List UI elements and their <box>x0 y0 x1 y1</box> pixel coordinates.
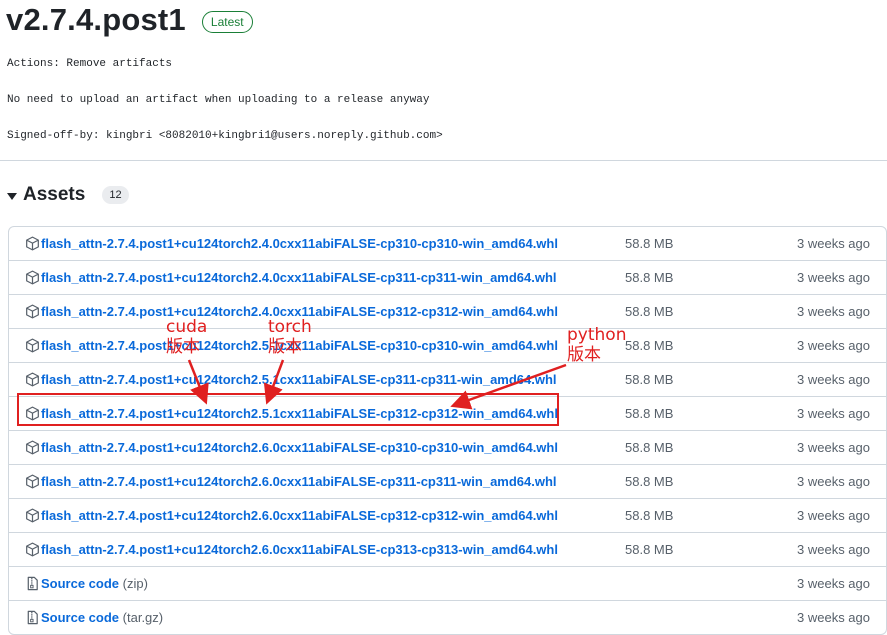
package-icon <box>26 338 39 353</box>
asset-row: flash_attn-2.7.4.post1+cu124torch2.5.1cx… <box>9 328 886 362</box>
package-icon <box>26 440 39 455</box>
annotation-torch-sub: 版本 <box>268 337 302 357</box>
asset-link[interactable]: flash_attn-2.7.4.post1+cu124torch2.6.0cx… <box>41 542 558 557</box>
assets-title: Assets <box>23 184 86 205</box>
source-ext: (zip) <box>122 576 148 591</box>
annotation-torch: torch 版本 <box>268 317 312 357</box>
release-note-line: No need to upload an artifact when uploa… <box>7 94 430 106</box>
asset-size: 58.8 MB <box>625 304 674 319</box>
asset-row: flash_attn-2.7.4.post1+cu124torch2.5.1cx… <box>9 362 886 396</box>
release-note-line: Actions: Remove artifacts <box>7 58 173 70</box>
asset-date: 3 weeks ago <box>797 236 870 251</box>
package-icon <box>26 406 39 421</box>
asset-link[interactable]: flash_attn-2.7.4.post1+cu124torch2.5.1cx… <box>41 372 557 387</box>
asset-size: 58.8 MB <box>625 236 674 251</box>
asset-date: 3 weeks ago <box>797 474 870 489</box>
asset-date: 3 weeks ago <box>797 508 870 523</box>
source-row: Source code (zip) 3 weeks ago <box>9 566 886 600</box>
asset-row: flash_attn-2.7.4.post1+cu124torch2.6.0cx… <box>9 532 886 566</box>
asset-size: 58.8 MB <box>625 406 674 421</box>
asset-row-highlighted: flash_attn-2.7.4.post1+cu124torch2.5.1cx… <box>9 396 886 430</box>
annotation-python-sub: 版本 <box>567 345 601 365</box>
asset-row: flash_attn-2.7.4.post1+cu124torch2.6.0cx… <box>9 464 886 498</box>
annotation-cuda: cuda 版本 <box>166 317 207 357</box>
asset-size: 58.8 MB <box>625 440 674 455</box>
source-code-label: Source code <box>41 610 120 625</box>
asset-link[interactable]: flash_attn-2.7.4.post1+cu124torch2.5.1cx… <box>41 406 558 421</box>
source-code-targz-link[interactable]: Source code (tar.gz) <box>41 610 163 625</box>
package-icon <box>26 372 39 387</box>
annotation-python: python 版本 <box>567 325 626 365</box>
asset-list: flash_attn-2.7.4.post1+cu124torch2.4.0cx… <box>8 226 887 635</box>
asset-link[interactable]: flash_attn-2.7.4.post1+cu124torch2.6.0cx… <box>41 508 558 523</box>
asset-link[interactable]: flash_attn-2.7.4.post1+cu124torch2.4.0cx… <box>41 270 557 285</box>
release-notes: Actions: Remove artifacts No need to upl… <box>7 58 443 166</box>
assets-count-badge: 12 <box>102 186 129 204</box>
asset-size: 58.8 MB <box>625 542 674 557</box>
file-zip-icon <box>27 610 38 625</box>
asset-date: 3 weeks ago <box>797 270 870 285</box>
package-icon <box>26 270 39 285</box>
asset-link[interactable]: flash_attn-2.7.4.post1+cu124torch2.6.0cx… <box>41 440 558 455</box>
asset-size: 58.8 MB <box>625 270 674 285</box>
asset-date: 3 weeks ago <box>797 610 870 625</box>
annotation-torch-label: torch <box>268 317 312 337</box>
asset-date: 3 weeks ago <box>797 542 870 557</box>
release-header: v2.7.4.post1 Latest <box>6 0 253 40</box>
source-code-label: Source code <box>41 576 120 591</box>
asset-row: flash_attn-2.7.4.post1+cu124torch2.4.0cx… <box>9 260 886 294</box>
asset-link[interactable]: flash_attn-2.7.4.post1+cu124torch2.4.0cx… <box>41 236 558 251</box>
asset-date: 3 weeks ago <box>797 576 870 591</box>
package-icon <box>26 474 39 489</box>
annotation-python-label: python <box>567 325 627 345</box>
assets-toggle[interactable]: Assets 12 <box>7 182 129 208</box>
package-icon <box>26 236 39 251</box>
package-icon <box>26 542 39 557</box>
package-icon <box>26 508 39 523</box>
annotation-cuda-sub: 版本 <box>166 337 200 357</box>
asset-size: 58.8 MB <box>625 508 674 523</box>
asset-size: 58.8 MB <box>625 474 674 489</box>
asset-date: 3 weeks ago <box>797 406 870 421</box>
source-code-zip-link[interactable]: Source code (zip) <box>41 576 148 591</box>
asset-date: 3 weeks ago <box>797 338 870 353</box>
asset-size: 58.8 MB <box>625 372 674 387</box>
asset-date: 3 weeks ago <box>797 304 870 319</box>
asset-date: 3 weeks ago <box>797 440 870 455</box>
source-row: Source code (tar.gz) 3 weeks ago <box>9 600 886 634</box>
latest-badge: Latest <box>201 11 253 33</box>
source-ext: (tar.gz) <box>122 610 164 625</box>
asset-row: flash_attn-2.7.4.post1+cu124torch2.4.0cx… <box>9 294 886 328</box>
caret-down-icon <box>7 192 17 200</box>
asset-row: flash_attn-2.7.4.post1+cu124torch2.6.0cx… <box>9 430 886 464</box>
release-title: v2.7.4.post1 <box>6 2 186 37</box>
asset-row: flash_attn-2.7.4.post1+cu124torch2.4.0cx… <box>9 227 886 260</box>
package-icon <box>26 304 39 319</box>
asset-size: 58.8 MB <box>625 338 674 353</box>
asset-link[interactable]: flash_attn-2.7.4.post1+cu124torch2.6.0cx… <box>41 474 557 489</box>
file-zip-icon <box>27 576 38 591</box>
divider <box>0 160 887 161</box>
annotation-cuda-label: cuda <box>166 317 208 337</box>
asset-date: 3 weeks ago <box>797 372 870 387</box>
asset-row: flash_attn-2.7.4.post1+cu124torch2.6.0cx… <box>9 498 886 532</box>
